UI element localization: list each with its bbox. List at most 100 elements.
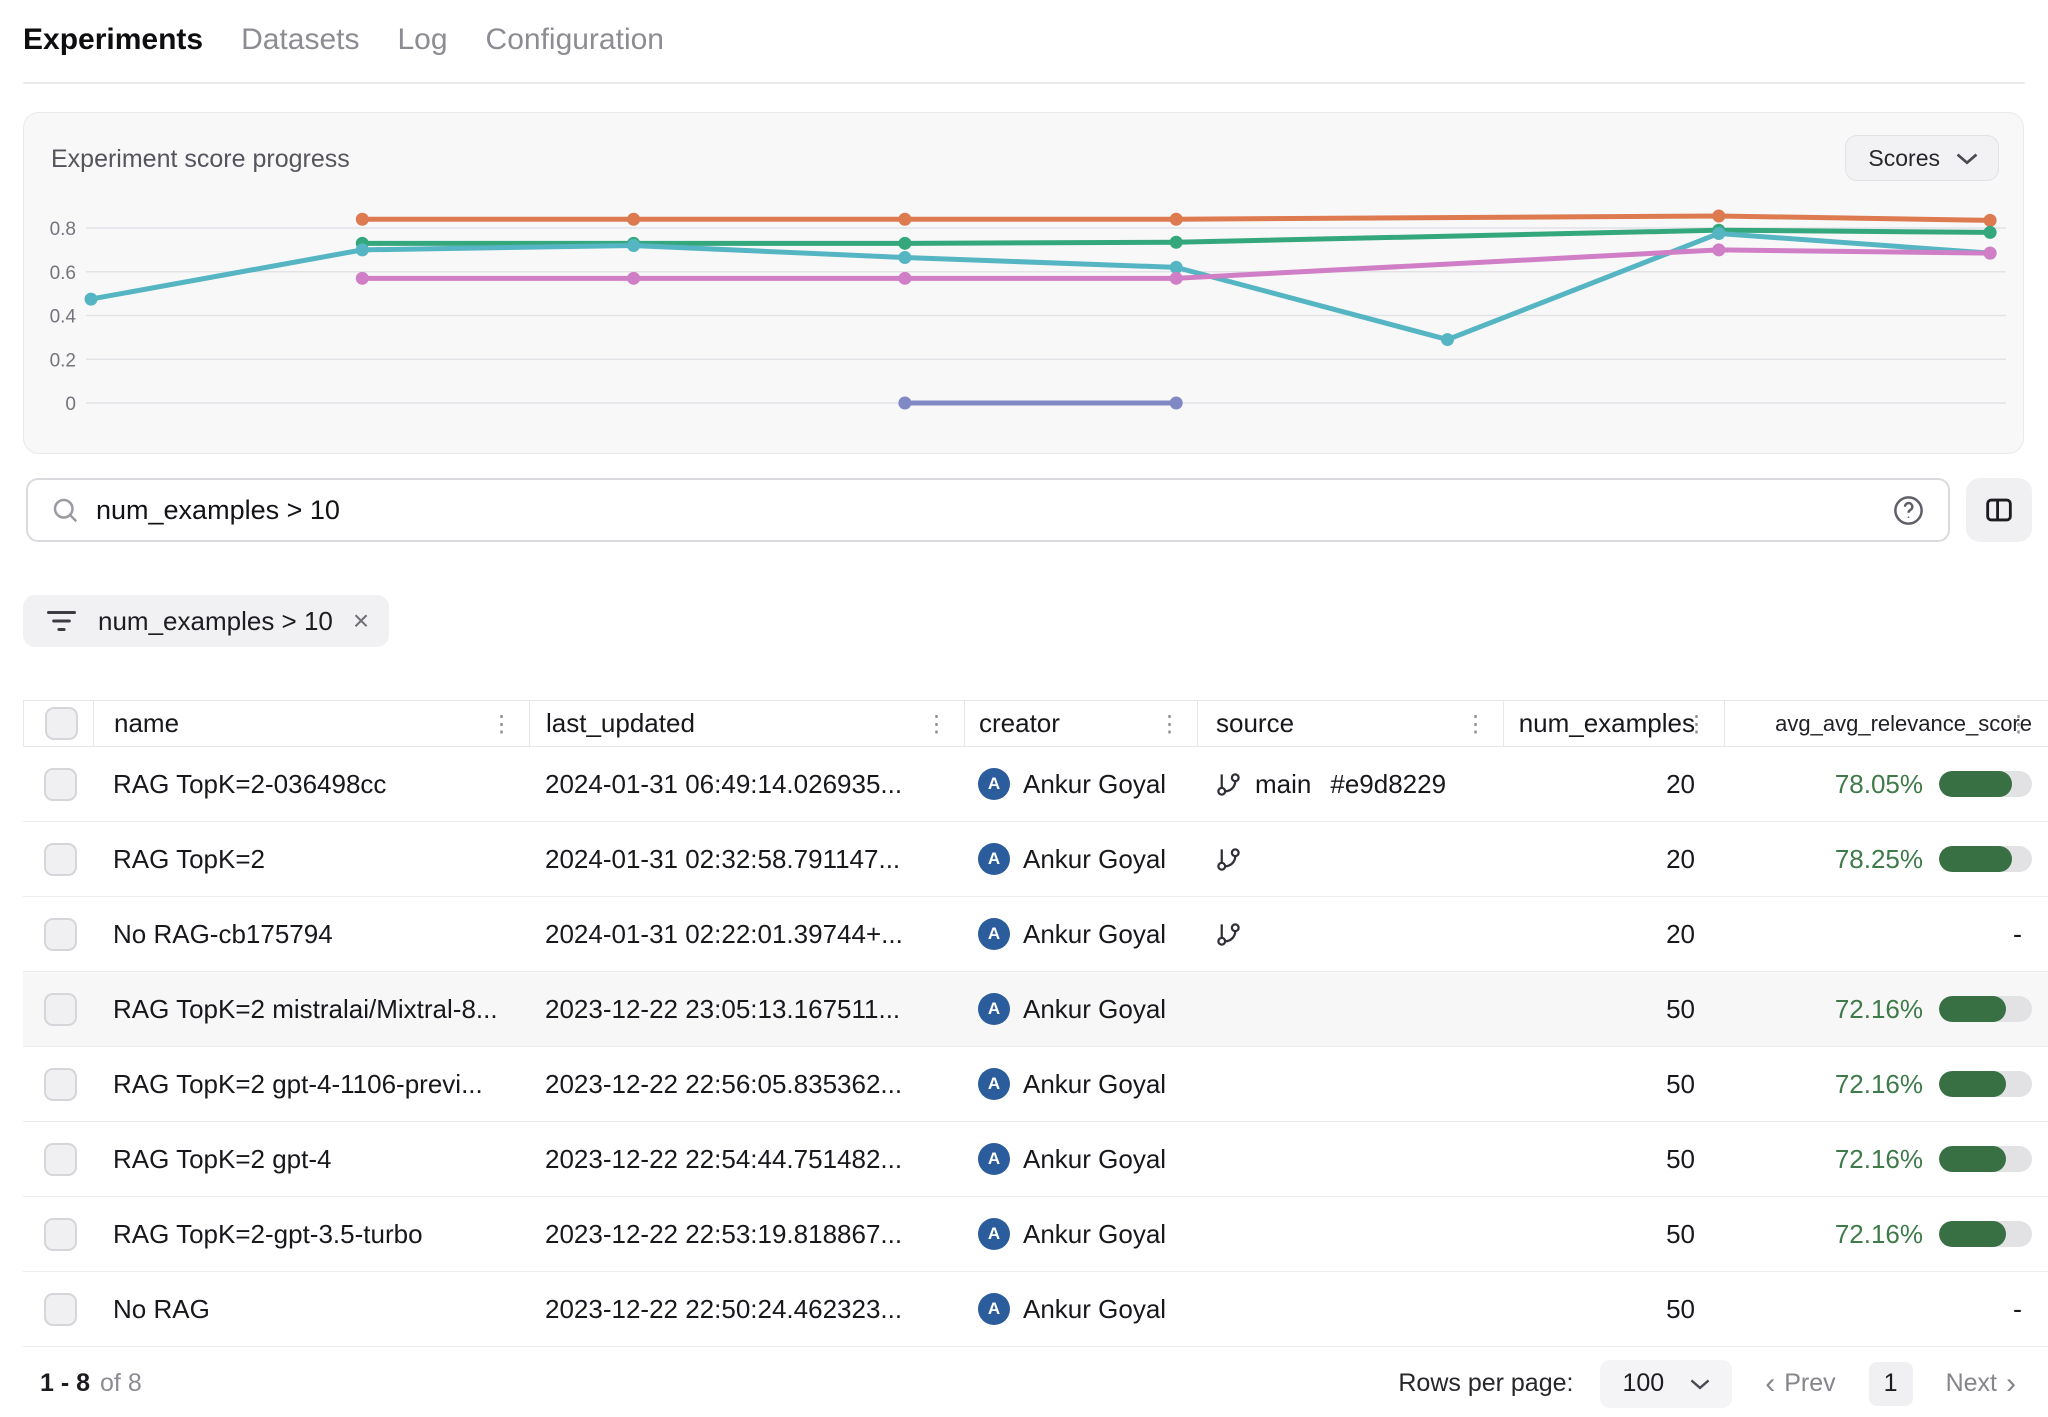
row-checkbox[interactable] [44, 1218, 77, 1251]
column-menu-icon[interactable]: ⋮ [925, 710, 948, 737]
source-commit: #e9d8229 [1330, 769, 1446, 800]
columns-toggle-button[interactable] [1966, 478, 2032, 542]
experiment-name: RAG TopK=2-gpt-3.5-turbo [113, 1219, 423, 1250]
table-row[interactable]: RAG TopK=2 mistralai/Mixtral-8...2023-12… [23, 972, 2048, 1047]
scores-dropdown[interactable]: Scores [1845, 135, 1999, 181]
table-row[interactable]: No RAG-cb175794 2024-01-31 02:22:01.39744… [23, 897, 2048, 972]
score-bar [1939, 846, 2032, 872]
column-menu-icon[interactable]: ⋮ [2007, 710, 2030, 737]
table-row[interactable]: No RAG2023-12-22 22:50:24.462323...AAnku… [23, 1272, 2048, 1347]
experiment-name-cell[interactable]: RAG TopK=2 gpt-4 [93, 1122, 529, 1196]
help-icon [1891, 493, 1926, 528]
search-help-button[interactable] [1891, 493, 1926, 528]
row-checkbox[interactable] [44, 1293, 77, 1326]
table-row[interactable]: RAG TopK=2-gpt-3.5-turbo2023-12-22 22:53… [23, 1197, 2048, 1272]
avatar: A [978, 1068, 1010, 1100]
column-menu-icon[interactable]: ⋮ [1464, 710, 1487, 737]
row-checkbox[interactable] [44, 843, 77, 876]
rows-per-page-select[interactable]: 100 [1600, 1360, 1732, 1408]
row-range: 1 - 8 [40, 1369, 90, 1398]
column-menu-icon[interactable]: ⋮ [490, 710, 513, 737]
score-bar [1939, 1071, 2032, 1097]
experiment-name-cell[interactable]: RAG TopK=2 mistralai/Mixtral-8... [93, 972, 529, 1046]
remove-filter-icon[interactable]: × [353, 607, 369, 635]
num-examples-value: 50 [1666, 1219, 1695, 1250]
last-updated-value: 2023-12-22 22:54:44.751482... [545, 1144, 902, 1175]
prev-page-button[interactable]: ‹ Prev [1759, 1368, 1841, 1400]
row-checkbox[interactable] [44, 918, 77, 951]
experiment-name-cell[interactable]: No RAG-cb175794 [93, 897, 529, 971]
git-branch-icon [1215, 846, 1242, 873]
avatar: A [978, 768, 1010, 800]
chevron-right-icon: › [2006, 1369, 2016, 1399]
search-input[interactable]: num_examples > 10 [96, 495, 1891, 526]
tab-experiments[interactable]: Experiments [23, 23, 203, 57]
experiment-name-cell[interactable]: RAG TopK=2 [93, 822, 529, 896]
top-nav: Experiments Datasets Log Configuration [23, 0, 664, 80]
score-bar-fill [1939, 996, 2006, 1022]
table-row[interactable]: RAG TopK=2 gpt-4-1106-previ...2023-12-22… [23, 1047, 2048, 1122]
filter-chip[interactable]: num_examples > 10 × [23, 595, 389, 647]
score-cell: 78.05% [1724, 747, 2048, 821]
current-page-button[interactable]: 1 [1869, 1362, 1913, 1406]
avatar: A [978, 1143, 1010, 1175]
num-examples-cell: 50 [1503, 972, 1724, 1046]
column-header-num_examples[interactable]: num_examples⋮ [1503, 701, 1724, 746]
experiment-name: RAG TopK=2-036498cc [113, 769, 386, 800]
svg-text:0.2: 0.2 [50, 350, 76, 371]
rows-per-page-value: 100 [1622, 1369, 1664, 1398]
column-header-name[interactable]: name⋮ [93, 701, 529, 746]
experiment-name-cell[interactable]: No RAG [93, 1272, 529, 1346]
score-bar [1939, 771, 2032, 797]
search-bar[interactable]: num_examples > 10 [26, 478, 1950, 542]
last-updated-cell: 2023-12-22 23:05:13.167511... [529, 972, 964, 1046]
num-examples-value: 50 [1666, 1069, 1695, 1100]
row-checkbox[interactable] [44, 1068, 77, 1101]
row-checkbox[interactable] [44, 993, 77, 1026]
score-bar [1939, 1146, 2032, 1172]
row-select-cell [23, 1272, 93, 1346]
column-menu-icon[interactable]: ⋮ [1158, 710, 1181, 737]
experiment-name-cell[interactable]: RAG TopK=2-gpt-3.5-turbo [93, 1197, 529, 1271]
score-value: 78.25% [1835, 844, 1923, 875]
git-branch-icon [1215, 921, 1242, 948]
svg-text:0.6: 0.6 [50, 263, 76, 284]
score-cell: 72.16% [1724, 1122, 2048, 1196]
table-row[interactable]: RAG TopK=22024-01-31 02:32:58.791147...A… [23, 822, 2048, 897]
tab-configuration[interactable]: Configuration [486, 23, 664, 57]
table-row[interactable]: RAG TopK=2-036498cc 2024-01-31 06:49:14.0… [23, 747, 2048, 822]
last-updated-value: 2023-12-22 22:50:24.462323... [545, 1294, 902, 1325]
last-updated-cell: 2024-01-31 06:49:14.026935... [529, 747, 964, 821]
select-all-checkbox[interactable] [45, 707, 78, 740]
row-select-cell [23, 747, 93, 821]
pagination-footer: 1 - 8 of 8 Rows per page: 100 ‹ Prev 1 N… [0, 1350, 2048, 1417]
score-bar-fill [1939, 1146, 2006, 1172]
column-header-source[interactable]: source⋮ [1197, 701, 1503, 746]
tab-datasets[interactable]: Datasets [241, 23, 359, 57]
column-header-last_updated[interactable]: last_updated⋮ [529, 701, 964, 746]
column-header-avg_avg_relevance_score[interactable]: avg_avg_relevance_score⋮ [1724, 701, 2048, 746]
creator-cell: AAnkur Goyal [964, 822, 1197, 896]
source-cell [1197, 972, 1503, 1046]
tab-log[interactable]: Log [397, 23, 447, 57]
column-header-checkbox[interactable] [23, 701, 93, 746]
score-cell: 78.25% [1724, 822, 2048, 896]
experiment-name-cell[interactable]: RAG TopK=2 gpt-4-1106-previ... [93, 1047, 529, 1121]
experiment-name: RAG TopK=2 gpt-4-1106-previ... [113, 1069, 483, 1100]
creator-cell: AAnkur Goyal [964, 972, 1197, 1046]
empty-score: - [2013, 919, 2032, 950]
column-menu-icon[interactable]: ⋮ [1685, 710, 1708, 737]
experiment-name-cell[interactable]: RAG TopK=2-036498cc [93, 747, 529, 821]
next-page-button[interactable]: Next › [1940, 1368, 2022, 1400]
source-branch: main [1255, 769, 1311, 800]
creator-cell: AAnkur Goyal [964, 1197, 1197, 1271]
last-updated-value: 2024-01-31 02:22:01.39744+... [545, 919, 903, 950]
num-examples-cell: 50 [1503, 1197, 1724, 1271]
table-row[interactable]: RAG TopK=2 gpt-4 2023-12-22 22:54:44.7514… [23, 1122, 2048, 1197]
empty-score: - [2013, 1294, 2032, 1325]
creator-name: Ankur Goyal [1023, 919, 1166, 950]
column-header-creator[interactable]: creator⋮ [964, 701, 1197, 746]
panel-title: Experiment score progress [51, 145, 350, 174]
row-checkbox[interactable] [44, 1143, 77, 1176]
row-checkbox[interactable] [44, 768, 77, 801]
